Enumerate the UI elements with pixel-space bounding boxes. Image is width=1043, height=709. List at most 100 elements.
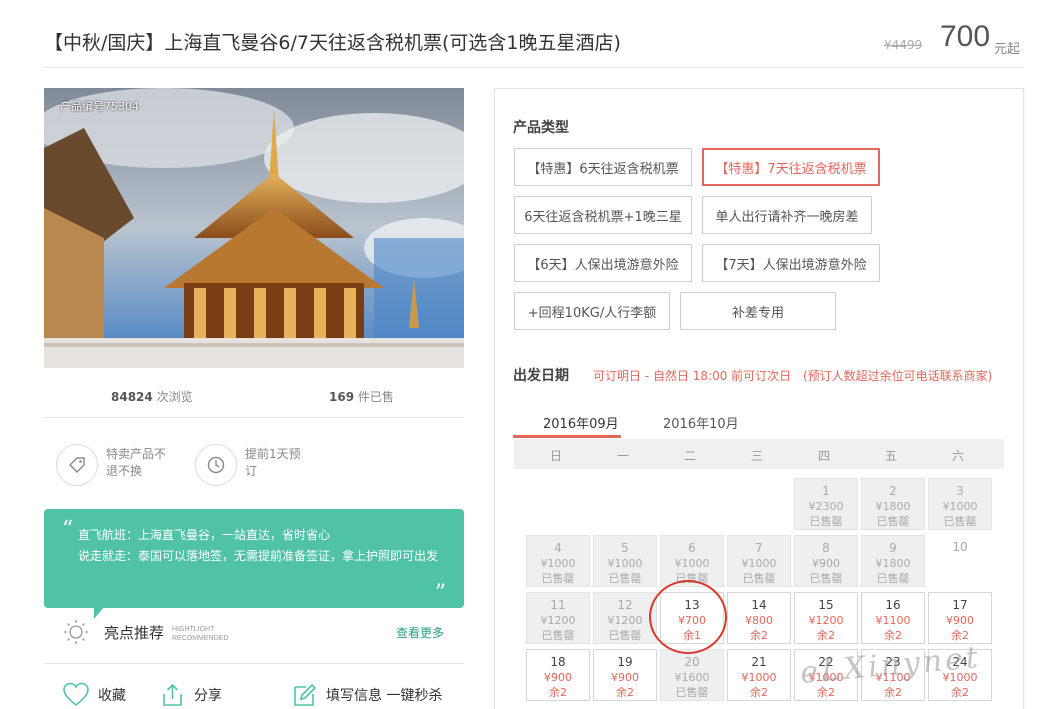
calendar-day[interactable]: 21 ¥1000 余2 (727, 649, 791, 701)
calendar-day: 1 ¥2300 已售罄 (794, 478, 858, 530)
calendar-day-status: 余2 (750, 686, 768, 699)
calendar-day-price: ¥1200 (607, 614, 643, 627)
views-label: 次浏览 (156, 390, 193, 404)
page-title: 【中秋/国庆】上海直飞曼谷6/7天往返含税机票(可选含1晚五星酒店) (44, 32, 621, 54)
feature-text: 提前1天预订 (245, 447, 301, 478)
calendar-day-number: 3 (956, 484, 964, 498)
option-price-diff[interactable]: 补差专用 (680, 292, 836, 330)
tag-icon (56, 444, 98, 486)
calendar-day-price: ¥1000 (674, 557, 710, 570)
calendar-day-status: 余2 (616, 686, 634, 699)
calendar-day-price: ¥1000 (540, 557, 576, 570)
share-button[interactable]: 分享 (160, 682, 222, 708)
calendar-day-price: ¥2300 (808, 500, 844, 513)
calendar-day-number: 6 (688, 541, 696, 555)
calendar-day-number: 10 (952, 540, 968, 554)
calendar-day: 7 ¥1000 已售罄 (727, 535, 791, 587)
sold-stat: 169 件已售 (329, 388, 394, 405)
option-single-supplement[interactable]: 单人出行请补齐一晚房差 (702, 196, 872, 234)
highlight-title: 亮点推荐 (104, 624, 165, 642)
highlight-subtitle-line1: HIGHTLIGHT (172, 626, 215, 633)
active-month-indicator (513, 435, 621, 438)
calendar-day-price: ¥1200 (808, 614, 844, 627)
current-price: 700 (940, 20, 991, 53)
calendar-day-number: 2 (889, 484, 897, 498)
calendar-day: 2 ¥1800 已售罄 (861, 478, 925, 530)
calendar-day: 5 ¥1000 已售罄 (593, 535, 657, 587)
calendar-day-number: 5 (621, 541, 629, 555)
price-unit: 元起 (994, 42, 1021, 57)
calendar-day-number: 18 (550, 655, 566, 669)
heart-icon (63, 682, 89, 707)
temple-image (44, 88, 464, 368)
calendar-day: 9 ¥1800 已售罄 (861, 535, 925, 587)
views-count: 84824 (111, 390, 153, 404)
divider (44, 663, 464, 664)
calendar-day: 20 ¥1600 已售罄 (660, 649, 724, 701)
calendar-day-price: ¥800 (745, 614, 773, 627)
calendar-day-number: 14 (751, 598, 767, 612)
option-7day-insurance[interactable]: 【7天】人保出境游意外险 (702, 244, 880, 282)
weekday-wed: 三 (750, 449, 763, 463)
calendar-day-status: 已售罄 (541, 572, 575, 585)
booking-rule-note: 可订明日 - 自然日 18:00 前可订次日 (593, 369, 792, 383)
option-6day-insurance[interactable]: 【6天】人保出境游意外险 (514, 244, 692, 282)
option-6day-hotel[interactable]: 6天往返含税机票+1晚三星 (514, 196, 692, 234)
departure-title: 出发日期 (513, 368, 569, 384)
calendar-day-status: 已售罄 (742, 572, 776, 585)
calendar-day-number: 8 (822, 541, 830, 555)
calendar-day-price: ¥900 (812, 557, 840, 570)
calendar-day: 8 ¥900 已售罄 (794, 535, 858, 587)
calendar-day[interactable]: 17 ¥900 余2 (928, 592, 992, 644)
calendar-day: 10 (928, 535, 992, 587)
calendar-day[interactable]: 18 ¥900 余2 (526, 649, 590, 701)
calendar-day-status: 已售罄 (608, 572, 642, 585)
calendar-day[interactable]: 16 ¥1100 余2 (861, 592, 925, 644)
calendar-day-number: 7 (755, 541, 763, 555)
feature-no-refund: 特卖产品不退不换 (56, 444, 172, 486)
calendar-day: 11 ¥1200 已售罄 (526, 592, 590, 644)
product-id: 产品编号75304 (60, 100, 139, 113)
calendar-day-status: 余2 (951, 629, 969, 642)
calendar-day-status: 余2 (884, 686, 902, 699)
contact-note: (预订人数超过余位可电话联系商家) (803, 369, 993, 383)
option-luggage[interactable]: +回程10KG/人行李额 (514, 292, 670, 330)
weekday-fri: 五 (884, 449, 897, 463)
calendar-day-price: ¥900 (544, 671, 572, 684)
calendar-day[interactable]: 14 ¥800 余2 (727, 592, 791, 644)
feature-advance-booking: 提前1天预订 (195, 444, 311, 486)
close-quote-icon: ” (434, 581, 446, 606)
calendar-day[interactable]: 19 ¥900 余2 (593, 649, 657, 701)
highlight-bar: 亮点推荐 HIGHTLIGHT RECOMMENDED 查看更多 (62, 618, 462, 646)
quote-line-1: 直飞航班：上海直飞曼谷，一站直达，省时省心 (78, 528, 331, 542)
quick-order-label: 填写信息 一键秒杀 (326, 688, 443, 704)
sold-count: 169 (329, 390, 355, 404)
feature-text: 特卖产品不退不换 (106, 447, 167, 478)
calendar-day-status: 已售罄 (876, 572, 910, 585)
see-more-link[interactable]: 查看更多 (396, 624, 444, 641)
option-6day-special[interactable]: 【特惠】6天往返含税机票 (514, 148, 692, 186)
calendar-day: 12 ¥1200 已售罄 (593, 592, 657, 644)
favorite-label: 收藏 (98, 688, 126, 704)
tab-month-sep[interactable]: 2016年09月 (543, 413, 619, 432)
weekday-tue: 二 (683, 449, 696, 463)
tab-month-oct[interactable]: 2016年10月 (663, 413, 739, 432)
product-photo[interactable]: 产品编号75304 (44, 88, 464, 368)
favorite-button[interactable]: 收藏 (62, 682, 126, 708)
calendar-day-number: 17 (952, 598, 968, 612)
product-stats: 84824 次浏览 169 件已售 (44, 370, 464, 418)
calendar-day: 6 ¥1000 已售罄 (660, 535, 724, 587)
quick-order-button[interactable]: 填写信息 一键秒杀 (292, 682, 442, 708)
calendar-day-number: 19 (617, 655, 633, 669)
option-7day-special[interactable]: 【特惠】7天往返含税机票 (702, 148, 880, 186)
calendar-day-price: ¥1200 (540, 614, 576, 627)
calendar-day-status: 余2 (884, 629, 902, 642)
calendar-day[interactable]: 15 ¥1200 余2 (794, 592, 858, 644)
weekday-header: 日 一 二 三 四 五 六 (514, 439, 1004, 469)
calendar-day-price: ¥1100 (875, 614, 911, 627)
calendar-day-number: 1 (822, 484, 830, 498)
original-price: ¥4499 (884, 38, 923, 52)
quote-line-2: 说走就走：泰国可以落地签，无需提前准备签证，拿上护照即可出发 (78, 549, 439, 563)
calendar-day-number: 9 (889, 541, 897, 555)
weekday-thu: 四 (817, 449, 830, 463)
